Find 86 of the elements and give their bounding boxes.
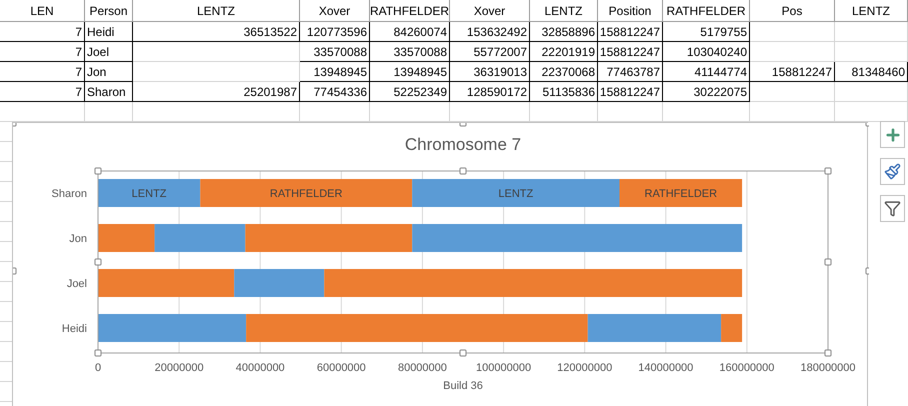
resize-handle[interactable]	[460, 168, 466, 174]
category-label: Heidi	[62, 323, 87, 335]
column-header: LENTZ	[133, 0, 300, 22]
filter-icon	[884, 200, 901, 217]
data-label: RATHFELDER	[270, 188, 342, 200]
table-cell: 41144774	[663, 62, 750, 82]
axis-tick-label: 0	[94, 362, 102, 374]
table-cell: 13948945	[370, 62, 450, 82]
table-cell: 7	[0, 42, 85, 62]
table-cell: 158812247	[598, 82, 663, 102]
table-cell: 22201919	[530, 42, 598, 62]
axis-tick-label: 120000000	[557, 362, 612, 374]
paintbrush-icon	[884, 163, 901, 180]
data-label: LENTZ	[498, 188, 534, 200]
table-cell: 158812247	[598, 42, 663, 62]
table-cell: 84260074	[370, 22, 450, 42]
resize-handle[interactable]	[824, 350, 832, 356]
data-label: RATHFELDER	[644, 188, 718, 200]
table-cell: 30222075	[663, 82, 750, 102]
column-header: Position	[598, 0, 663, 22]
table-cell: 22370068	[530, 62, 598, 82]
category-label: Jon	[69, 233, 87, 245]
table-cell: 32858896	[530, 22, 598, 42]
resize-handle[interactable]	[866, 123, 869, 126]
column-header: Xover	[450, 0, 530, 22]
resize-handle[interactable]	[824, 168, 832, 174]
axis-tick-label: 100000000	[476, 362, 532, 374]
resize-handle[interactable]	[460, 123, 466, 126]
axis-tick-label: 160000000	[719, 362, 774, 374]
table-cell: 7	[0, 22, 85, 42]
table-cell: 103040240	[663, 42, 750, 62]
table-cell: 7	[0, 62, 85, 82]
axis-tick-label: 20000000	[154, 362, 204, 374]
column-header: RATHFELDER	[370, 0, 450, 22]
resize-handle[interactable]	[824, 258, 832, 266]
table-cell: 55772007	[450, 42, 530, 62]
table-cell: 52252349	[370, 82, 450, 102]
resize-handle[interactable]	[94, 168, 102, 174]
resize-handle[interactable]	[866, 268, 869, 274]
table-cell: 120773596	[300, 22, 370, 42]
table-cell: Jon	[85, 62, 133, 82]
table-cell: 5179755	[663, 22, 750, 42]
table-cell: 81348460	[835, 62, 908, 82]
table-cell: 153632492	[450, 22, 530, 42]
category-label: Sharon	[52, 188, 87, 200]
table-cell: 128590172	[450, 82, 530, 102]
axis-tick-label: 180000000	[800, 362, 856, 374]
table-cell: 158812247	[598, 22, 663, 42]
table-cell: 77454336	[300, 82, 370, 102]
axis-tick-label: 140000000	[638, 362, 694, 374]
table-cell: 13948945	[300, 62, 370, 82]
table-cell: 36319013	[450, 62, 530, 82]
resize-handle[interactable]	[94, 258, 102, 266]
resize-handle[interactable]	[94, 350, 102, 356]
table-cell: 33570088	[300, 42, 370, 62]
table-cell: Heidi	[85, 22, 133, 42]
axis-tick-label: 40000000	[236, 362, 285, 374]
column-header: LENTZ	[530, 0, 598, 22]
column-header: RATHFELDER	[663, 0, 750, 22]
resize-handle[interactable]	[13, 123, 16, 126]
table-cell: 36513522	[133, 22, 300, 42]
table-cell: 51135836	[530, 82, 598, 102]
add-element-button[interactable]	[880, 121, 905, 148]
filter-button[interactable]	[880, 195, 905, 222]
table-cell: 33570088	[370, 42, 450, 62]
table-cell: 7	[0, 82, 85, 102]
table-cell: Joel	[85, 42, 133, 62]
table-cell: 77463787	[598, 62, 663, 82]
column-header: Person	[85, 0, 133, 22]
column-header: LEN	[0, 0, 85, 22]
axis-tick-label: 60000000	[316, 362, 366, 374]
chart-styles-button[interactable]	[880, 158, 905, 185]
table-cell: Sharon	[85, 82, 133, 102]
plus-icon	[884, 126, 902, 144]
column-header: LENTZ	[835, 0, 908, 22]
table-cell: 25201987	[133, 82, 300, 102]
table-cell: 158812247	[750, 62, 835, 82]
resize-handle[interactable]	[13, 268, 16, 274]
axis-tick-label: 80000000	[398, 362, 447, 374]
column-header: Xover	[300, 0, 370, 22]
chart-title: Chromosome 7	[404, 135, 522, 154]
column-header: Pos	[750, 0, 835, 22]
resize-handle[interactable]	[460, 350, 466, 356]
category-label: Joel	[66, 278, 87, 290]
data-label: LENTZ	[132, 188, 167, 200]
axis-title: Build 36	[443, 380, 483, 392]
